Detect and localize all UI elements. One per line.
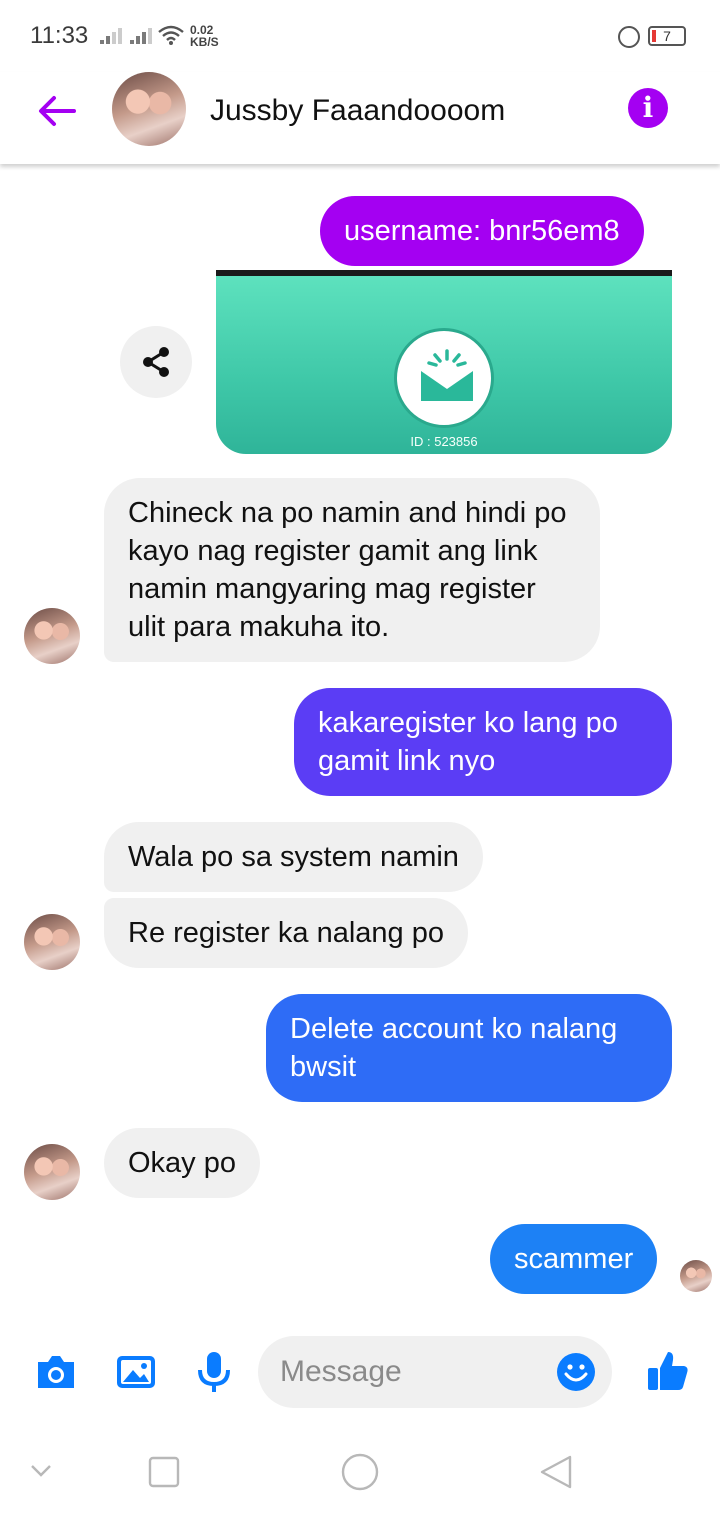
wifi-icon bbox=[158, 25, 184, 45]
share-button[interactable] bbox=[120, 326, 192, 398]
chevron-down-icon[interactable] bbox=[30, 1464, 52, 1478]
square-icon[interactable] bbox=[148, 1456, 180, 1488]
contact-avatar-small[interactable] bbox=[24, 608, 80, 664]
info-icon[interactable]: i bbox=[628, 88, 668, 128]
status-bar: 11:33 0.02 KB/S 7 bbox=[0, 0, 720, 72]
net-speed-unit: KB/S bbox=[190, 35, 219, 49]
message-bubble-incoming[interactable]: Wala po sa system namin bbox=[104, 822, 483, 892]
microphone-icon[interactable] bbox=[190, 1348, 238, 1396]
image-attachment[interactable]: ID : 523856 bbox=[216, 270, 672, 454]
message-bubble-outgoing[interactable]: kakaregister ko lang po gamit link nyo bbox=[294, 688, 672, 796]
sunrise-rays-icon bbox=[427, 349, 467, 367]
message-bubble-outgoing[interactable]: username: bnr56em8 bbox=[320, 196, 644, 266]
app-logo bbox=[394, 328, 494, 428]
signal-icon bbox=[130, 26, 152, 44]
back-triangle-icon[interactable] bbox=[538, 1454, 574, 1490]
message-bubble-incoming[interactable]: Re register ka nalang po bbox=[104, 898, 468, 968]
contact-avatar-small[interactable] bbox=[24, 1144, 80, 1200]
message-bubble-incoming[interactable]: Chineck na po namin and hindi po kayo na… bbox=[104, 478, 600, 662]
status-time: 11:33 bbox=[30, 22, 89, 49]
message-bubble-outgoing[interactable]: Delete account ko nalang bwsit bbox=[266, 994, 672, 1102]
contact-avatar[interactable] bbox=[112, 72, 186, 146]
emoji-icon[interactable] bbox=[556, 1352, 596, 1392]
home-circle-icon[interactable] bbox=[340, 1452, 380, 1492]
contact-avatar-small[interactable] bbox=[24, 914, 80, 970]
gallery-icon[interactable] bbox=[112, 1348, 160, 1396]
net-speed: 0.02 KB/S bbox=[190, 24, 219, 48]
camera-icon[interactable] bbox=[32, 1348, 80, 1396]
chat-header: Jussby Faaandoooom i bbox=[0, 72, 720, 164]
message-bubble-incoming[interactable]: Okay po bbox=[104, 1128, 260, 1198]
seen-avatar bbox=[680, 1260, 712, 1292]
screenshot-status-strip bbox=[216, 270, 672, 276]
envelope-flap bbox=[421, 371, 473, 389]
arrow-left-icon[interactable] bbox=[36, 90, 78, 132]
contact-name[interactable]: Jussby Faaandoooom bbox=[210, 94, 505, 128]
message-composer bbox=[0, 1330, 720, 1420]
signal-icon bbox=[100, 26, 122, 44]
thumbs-up-icon[interactable] bbox=[644, 1346, 692, 1394]
message-bubble-outgoing[interactable]: scammer bbox=[490, 1224, 658, 1294]
rotation-lock-icon bbox=[618, 26, 640, 48]
battery-icon: 7 bbox=[648, 26, 686, 46]
image-caption: ID : 523856 bbox=[410, 434, 478, 449]
system-nav-bar bbox=[0, 1430, 720, 1520]
share-icon bbox=[143, 347, 169, 377]
message-list[interactable]: username: bnr56em8 ID : 523856 Chineck n… bbox=[0, 164, 720, 1314]
